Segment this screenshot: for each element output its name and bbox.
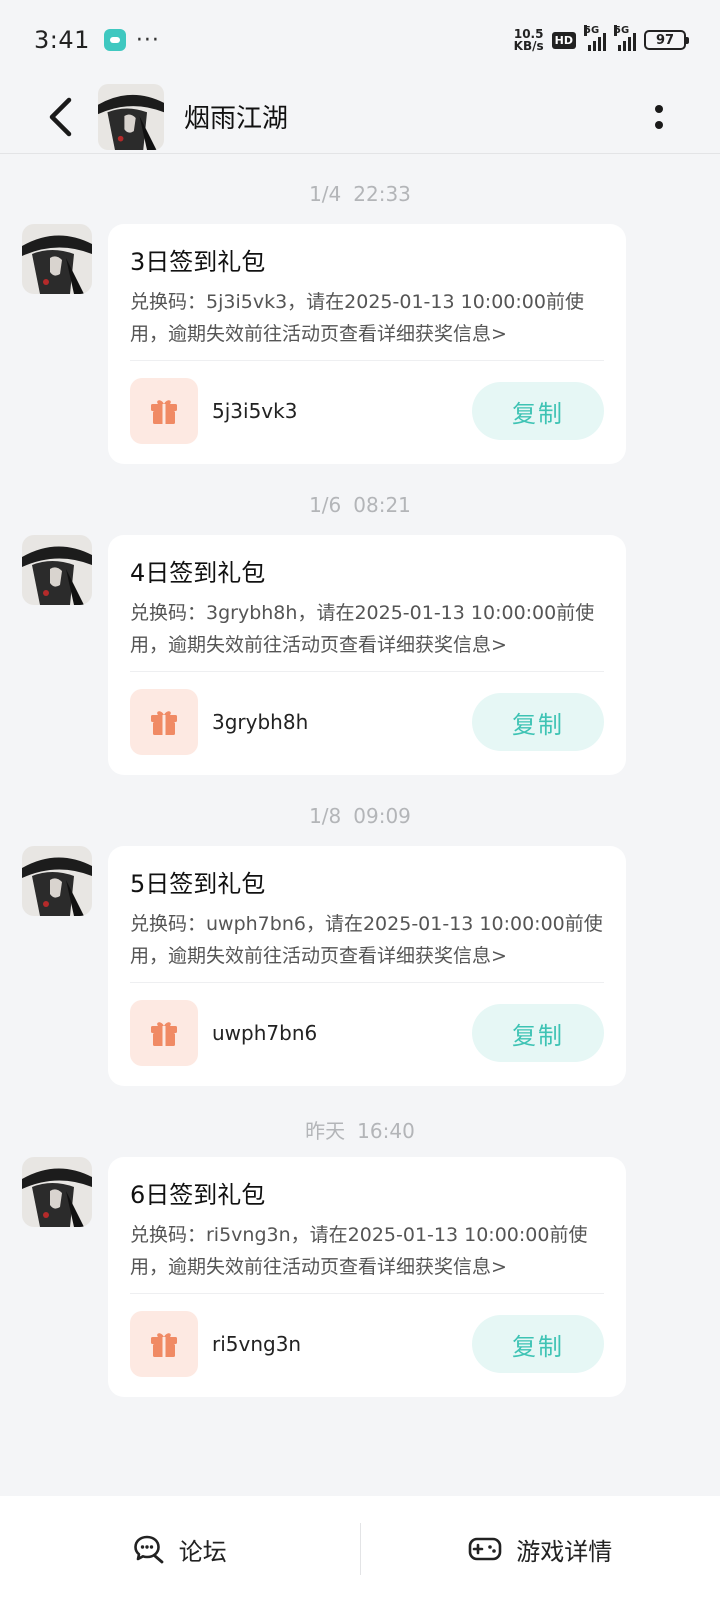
gamepad-icon: [468, 1537, 502, 1561]
gift-title: 5日签到礼包: [130, 870, 266, 898]
gift-description-link[interactable]: 兑换码：5j3i5vk3，请在2025-01-13 10:00:00前使用，逾期…: [130, 286, 604, 350]
timestamp-time: 22:33: [353, 182, 411, 206]
message-timestamp: 1/8 09:09: [0, 804, 720, 828]
redeem-code: ri5vng3n: [212, 1332, 302, 1356]
message-list[interactable]: 1/4 22:33 3日签到礼包 兑换码：5j3i5vk3，请在2025-01-1…: [0, 154, 720, 1398]
hd-icon: HD: [551, 31, 576, 49]
redeem-code: 3grybh8h: [212, 710, 309, 734]
game-avatar[interactable]: [98, 83, 164, 150]
network-speed: 10.5 KB/s: [514, 28, 544, 52]
sender-avatar[interactable]: [22, 1157, 92, 1227]
message-timestamp: 1/4 22:33: [0, 182, 720, 206]
timestamp-time: 09:09: [353, 804, 411, 828]
more-dot-icon: [655, 120, 663, 129]
gift-icon: [130, 689, 198, 755]
sender-avatar[interactable]: [22, 535, 92, 605]
timestamp-time: 16:40: [357, 1119, 415, 1143]
status-indicators: 10.5 KB/s HD 5G 5G 97: [514, 25, 689, 52]
timestamp-date: 1/6: [309, 493, 342, 517]
gift-title: 6日签到礼包: [130, 1181, 266, 1209]
signal-label: 5G: [584, 25, 600, 36]
message-timestamp: 昨天 16:40: [0, 1115, 720, 1144]
code-row: 5j3i5vk3 复制: [130, 361, 604, 461]
signal-icon: 5G: [584, 25, 606, 51]
back-arrow-icon: [49, 97, 72, 136]
more-options-button[interactable]: [644, 92, 674, 142]
bottom-bar: 论坛 游戏详情: [0, 1496, 720, 1602]
forum-chat-icon: [133, 1535, 164, 1564]
copy-button[interactable]: 复制: [472, 382, 604, 440]
network-speed-unit: KB/s: [513, 39, 544, 53]
battery-level: 97: [655, 32, 675, 48]
gift-icon: [130, 378, 198, 444]
signal-icon: 5G: [614, 25, 636, 51]
gift-icon: [130, 1311, 198, 1377]
more-dot-icon: [655, 104, 663, 113]
battery-icon: 97: [644, 30, 689, 50]
gift-title: 4日签到礼包: [130, 559, 266, 587]
sender-avatar[interactable]: [22, 846, 92, 916]
message-item: 1/4 22:33 3日签到礼包 兑换码：5j3i5vk3，请在2025-01-1…: [0, 154, 720, 465]
signal-label: 5G: [614, 25, 630, 36]
message-item: 1/8 09:09 5日签到礼包 兑换码：uwph7bn6，请在2025-01-1…: [0, 776, 720, 1087]
status-bar: 3:41 ··· 10.5 KB/s HD 5G 5G 97: [0, 0, 720, 80]
gift-card[interactable]: 3日签到礼包 兑换码：5j3i5vk3，请在2025-01-13 10:00:0…: [108, 224, 626, 464]
gift-description-link[interactable]: 兑换码：ri5vng3n，请在2025-01-13 10:00:00前使用，逾期…: [130, 1219, 604, 1283]
timestamp-time: 08:21: [353, 493, 411, 517]
gift-title: 3日签到礼包: [130, 248, 266, 276]
message-item: 1/6 08:21 4日签到礼包 兑换码：3grybh8h，请在2025-01-1…: [0, 465, 720, 776]
copy-button[interactable]: 复制: [472, 1315, 604, 1373]
chat-header: 烟雨江湖: [0, 80, 720, 154]
message-timestamp: 1/6 08:21: [0, 493, 720, 517]
timestamp-date: 昨天: [305, 1119, 346, 1143]
status-time: 3:41: [34, 26, 90, 54]
game-details-label: 游戏详情: [516, 1537, 613, 1566]
copy-button[interactable]: 复制: [472, 1004, 604, 1062]
code-row: 3grybh8h 复制: [130, 672, 604, 772]
gift-icon: [130, 1000, 198, 1066]
gift-card[interactable]: 5日签到礼包 兑换码：uwph7bn6，请在2025-01-13 10:00:0…: [108, 846, 626, 1086]
page-title: 烟雨江湖: [184, 104, 289, 134]
back-button[interactable]: [30, 87, 90, 147]
sender-avatar[interactable]: [22, 224, 92, 294]
copy-button[interactable]: 复制: [472, 693, 604, 751]
gift-card[interactable]: 4日签到礼包 兑换码：3grybh8h，请在2025-01-13 10:00:0…: [108, 535, 626, 775]
redeem-code: 5j3i5vk3: [212, 399, 298, 423]
redeem-code: uwph7bn6: [212, 1021, 318, 1045]
gift-card[interactable]: 6日签到礼包 兑换码：ri5vng3n，请在2025-01-13 10:00:0…: [108, 1157, 626, 1397]
message-item: 昨天 16:40 6日签到礼包 兑换码：ri5vng3n，请在2025-01-13…: [0, 1087, 720, 1398]
code-row: uwph7bn6 复制: [130, 983, 604, 1083]
app-notification-icon: [103, 29, 126, 51]
gift-description-link[interactable]: 兑换码：uwph7bn6，请在2025-01-13 10:00:00前使用，逾期…: [130, 908, 604, 972]
timestamp-date: 1/8: [309, 804, 342, 828]
game-details-tab[interactable]: 游戏详情: [361, 1496, 720, 1602]
forum-tab[interactable]: 论坛: [0, 1496, 360, 1602]
forum-label: 论坛: [178, 1537, 227, 1566]
code-row: ri5vng3n 复制: [130, 1294, 604, 1394]
more-notifications-icon: ···: [135, 27, 160, 53]
timestamp-date: 1/4: [309, 182, 342, 206]
gift-description-link[interactable]: 兑换码：3grybh8h，请在2025-01-13 10:00:00前使用，逾期…: [130, 597, 604, 661]
